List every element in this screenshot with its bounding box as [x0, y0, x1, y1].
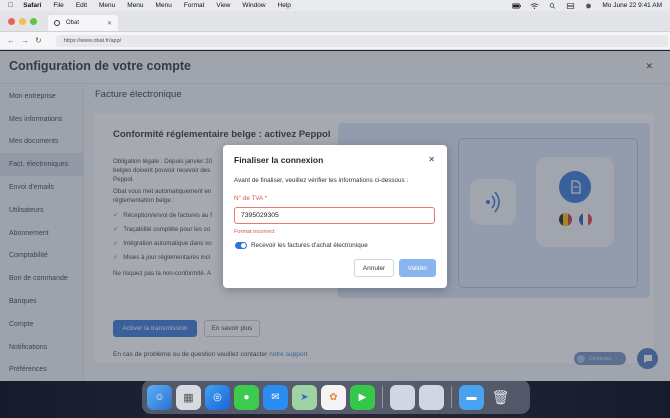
menu-window[interactable]: Window [242, 2, 265, 9]
menu-item-5[interactable]: Menu [156, 2, 172, 9]
finder-icon[interactable]: ☺ [147, 384, 172, 410]
menu-item-4[interactable]: Menu [127, 2, 143, 9]
favicon-icon [54, 20, 60, 26]
dialog-close-icon[interactable]: ✕ [428, 155, 435, 164]
close-window-button[interactable] [8, 18, 15, 25]
dock-separator [382, 386, 383, 408]
forward-icon[interactable]: → [21, 36, 29, 45]
dock-separator [451, 386, 452, 408]
dialog-description: Avant de finaliser, veuillez vérifier le… [234, 177, 409, 184]
tab-title: Obat [66, 20, 80, 26]
cancel-button[interactable]: Annuler [354, 259, 394, 277]
menu-help[interactable]: Help [278, 2, 291, 9]
dialog-title: Finaliser la connexion [234, 155, 324, 165]
menu-format[interactable]: Format [184, 2, 205, 9]
browser-tab[interactable]: Obat ✕ [48, 15, 118, 31]
menu-edit[interactable]: Edit [76, 2, 87, 9]
folder-icon[interactable]: ▬ [459, 384, 484, 410]
reload-icon[interactable]: ↻ [35, 36, 42, 45]
maps-icon[interactable]: ➤ [292, 384, 317, 410]
status-area: Mo June 22 9:41 AM [512, 2, 662, 9]
messages-icon[interactable]: ● [234, 384, 259, 410]
submit-button[interactable]: Valider [399, 259, 436, 277]
menu-view[interactable]: View [216, 2, 230, 9]
wifi-icon[interactable] [530, 2, 539, 9]
app-window-icon[interactable] [390, 384, 415, 410]
photos-icon[interactable]: ✿ [321, 384, 346, 410]
browser-tab-bar: Obat ✕ [0, 11, 670, 32]
siri-icon[interactable] [584, 3, 593, 9]
mail-icon[interactable]: ✉ [263, 384, 288, 410]
receive-invoices-toggle[interactable] [235, 242, 247, 249]
search-icon[interactable] [548, 2, 557, 9]
back-icon[interactable]: ← [7, 36, 15, 45]
clock[interactable]: Mo June 22 9:41 AM [602, 2, 662, 9]
macos-dock: ☺ ▦ ◎ ● ✉ ➤ ✿ ▶ ▬ 🗑 [142, 380, 530, 414]
tab-close-icon[interactable]: ✕ [107, 20, 112, 27]
vat-number-input[interactable] [234, 207, 435, 224]
finalize-connection-dialog: Finaliser la connexion ✕ Avant de finali… [223, 145, 447, 288]
vat-number-error: Format incorrect [234, 229, 275, 235]
trash-icon[interactable]: 🗑 [488, 385, 513, 410]
zoom-window-button[interactable] [30, 18, 37, 25]
app-window-icon[interactable] [419, 384, 444, 410]
apple-icon[interactable]:  [8, 2, 13, 9]
menu-app-name[interactable]: Safari [23, 2, 41, 9]
address-bar[interactable]: https://www.obat.fr/app/ [55, 34, 668, 47]
facetime-icon[interactable]: ▶ [350, 384, 375, 410]
receive-invoices-label: Recevoir les factures d'achat électroniq… [251, 242, 368, 249]
minimize-window-button[interactable] [19, 18, 26, 25]
window-controls [8, 18, 37, 25]
macos-menu-bar:  Safari File Edit Menu Menu Menu Format… [0, 0, 670, 11]
control-center-icon[interactable] [566, 2, 575, 9]
menu-item-3[interactable]: Menu [99, 2, 115, 9]
menu-file[interactable]: File [53, 2, 63, 9]
safari-icon[interactable]: ◎ [205, 384, 230, 410]
browser-toolbar: ← → ↻ https://www.obat.fr/app/ [0, 32, 670, 50]
vat-number-label: N° de TVA * [234, 195, 268, 202]
launchpad-icon[interactable]: ▦ [176, 384, 201, 410]
battery-icon[interactable] [512, 2, 522, 9]
